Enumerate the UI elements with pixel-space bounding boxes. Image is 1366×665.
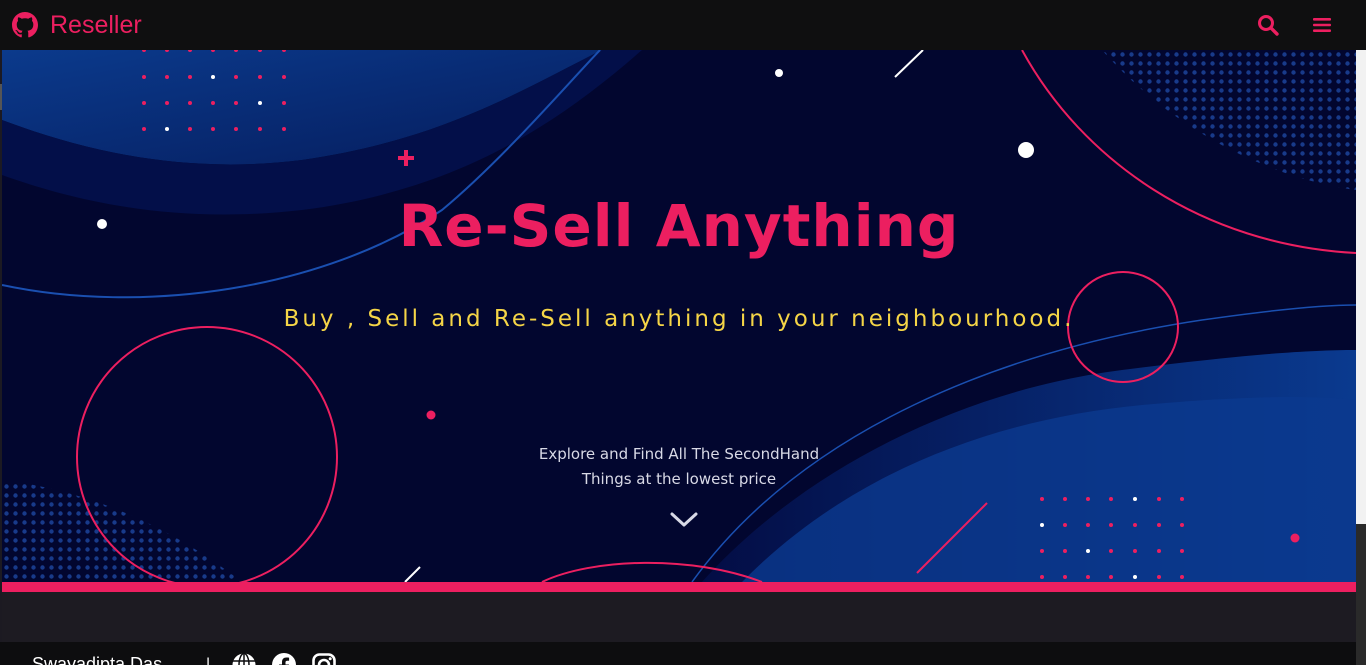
explore-line-2: Things at the lowest price [581,470,777,488]
scroll-down-button[interactable] [669,509,699,531]
scrollbar-track[interactable] [1356,524,1366,665]
hamburger-menu-icon [1313,18,1331,32]
search-button[interactable] [1254,11,1282,39]
instagram-link[interactable] [311,652,337,665]
footer-separator: | [206,656,211,665]
hero-banner: Re-Sell Anything Buy , Sell and Re-Sell … [2,50,1356,582]
navbar: Reseller [0,0,1366,50]
hero-explore-text: Explore and Find All The SecondHand Thin… [2,442,1356,492]
scrollbar-thumb[interactable] [1356,50,1366,524]
github-icon [12,12,38,38]
hero-subtitle: Buy , Sell and Re-Sell anything in your … [283,306,1075,332]
accent-divider [2,582,1356,592]
instagram-icon [312,653,336,665]
menu-button[interactable] [1308,11,1336,39]
content-area [2,592,1356,642]
globe-icon [232,652,256,665]
footer: Swayadipta Das | [0,642,1356,665]
search-icon [1258,15,1279,36]
facebook-link[interactable] [271,652,297,665]
brand-name: Reseller [50,10,142,39]
facebook-icon [272,653,296,665]
website-link[interactable] [231,652,257,665]
explore-line-1: Explore and Find All The SecondHand [538,445,820,463]
brand-link[interactable]: Reseller [12,8,142,42]
chevron-down-icon [670,512,698,527]
hero-title: Re-Sell Anything [398,192,960,260]
footer-author-name: Swayadipta Das [32,654,163,665]
